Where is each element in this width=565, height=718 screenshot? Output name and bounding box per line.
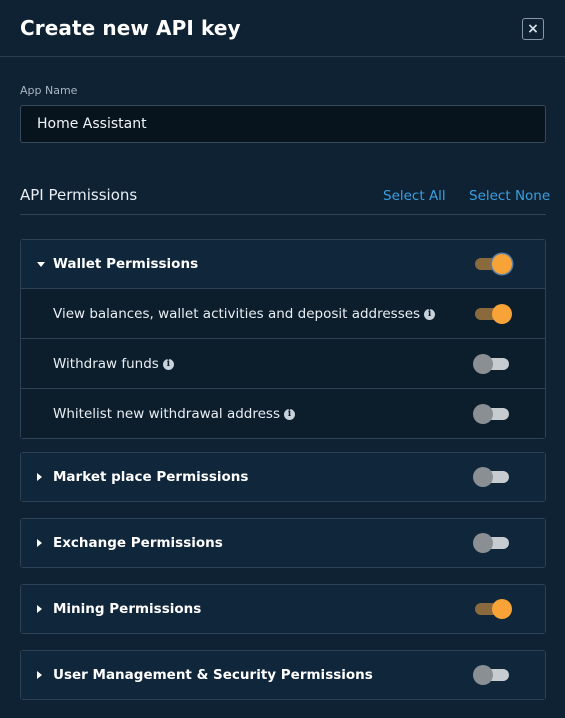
caret-right-icon	[37, 671, 42, 679]
mining-permissions-toggle[interactable]	[473, 599, 513, 619]
caret-right-icon	[37, 539, 42, 547]
mining-permissions-header[interactable]: Mining Permissions	[21, 585, 545, 633]
wallet-permissions-header[interactable]: Wallet Permissions	[21, 240, 545, 288]
close-icon: ×	[527, 21, 539, 37]
permission-label: Withdraw funds	[53, 355, 159, 372]
market-place-permissions-header[interactable]: Market place Permissions	[21, 453, 545, 501]
permission-row-withdraw-funds: Withdraw funds i	[21, 338, 545, 388]
exchange-permissions-toggle[interactable]	[473, 533, 513, 553]
api-permissions-title: API Permissions	[20, 186, 138, 204]
divider	[20, 214, 546, 215]
market-place-permissions-group: Market place Permissions	[20, 452, 546, 502]
caret-right-icon	[37, 605, 42, 613]
user-management-permissions-header[interactable]: User Management & Security Permissions	[21, 651, 545, 699]
withdraw-funds-toggle[interactable]	[473, 353, 513, 374]
app-name-label: App Name	[20, 84, 78, 97]
info-icon[interactable]: i	[424, 308, 436, 320]
exchange-permissions-header[interactable]: Exchange Permissions	[21, 519, 545, 567]
group-label: User Management & Security Permissions	[53, 667, 373, 683]
dialog-title: Create new API key	[20, 16, 241, 40]
exchange-permissions-group: Exchange Permissions	[20, 518, 546, 568]
group-label: Mining Permissions	[53, 601, 202, 617]
group-label: Market place Permissions	[53, 469, 249, 485]
wallet-permissions-toggle[interactable]	[473, 254, 513, 274]
permission-row-whitelist-address: Whitelist new withdrawal address i	[21, 388, 545, 438]
info-icon[interactable]: i	[284, 408, 295, 420]
group-label: Wallet Permissions	[53, 256, 199, 272]
info-icon[interactable]: i	[162, 358, 174, 370]
close-button[interactable]: ×	[522, 18, 544, 40]
wallet-permissions-group: Wallet Permissions View balances, wallet…	[20, 239, 546, 439]
dialog-header: Create new API key ×	[0, 0, 565, 57]
caret-down-icon	[37, 262, 45, 267]
whitelist-address-toggle[interactable]	[473, 403, 513, 424]
market-place-permissions-toggle[interactable]	[473, 467, 513, 487]
permission-label: Whitelist new withdrawal address	[53, 405, 280, 422]
select-none-link[interactable]: Select None	[469, 188, 550, 204]
permission-row-view-balances: View balances, wallet activities and dep…	[21, 288, 545, 338]
app-name-input[interactable]	[20, 105, 546, 143]
mining-permissions-group: Mining Permissions	[20, 584, 546, 634]
user-management-permissions-group: User Management & Security Permissions	[20, 650, 546, 700]
group-label: Exchange Permissions	[53, 535, 223, 551]
permission-label: View balances, wallet activities and dep…	[53, 305, 421, 322]
view-balances-toggle[interactable]	[473, 303, 513, 324]
user-management-permissions-toggle[interactable]	[473, 665, 513, 685]
select-all-link[interactable]: Select All	[383, 188, 446, 204]
caret-right-icon	[37, 473, 42, 481]
